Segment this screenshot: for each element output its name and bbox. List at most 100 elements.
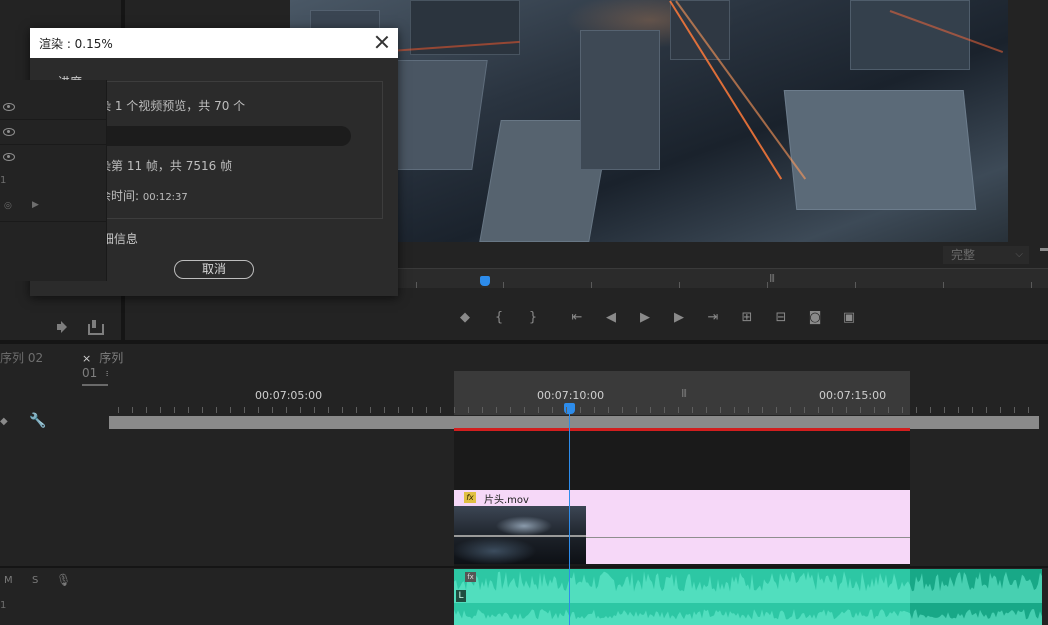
- ruler-tick: [734, 407, 735, 413]
- play-icon[interactable]: ▶: [635, 308, 655, 328]
- eye-icon[interactable]: [3, 153, 15, 161]
- program-work-area-handle[interactable]: |||: [769, 273, 775, 282]
- ruler-tick: [416, 282, 417, 288]
- ruler-tick: [790, 407, 791, 413]
- ruler-tick: [804, 407, 805, 413]
- ruler-tick: [482, 407, 483, 413]
- track-header-v3: [0, 95, 107, 120]
- ruler-tick: [1000, 407, 1001, 413]
- ruler-tick: [636, 407, 637, 413]
- ruler-tick: [384, 407, 385, 413]
- zoom-level-select[interactable]: 完整 ⌵: [943, 246, 1029, 264]
- program-playhead[interactable]: [480, 276, 490, 286]
- audio-waveform: [454, 571, 1042, 625]
- ruler-tick: [258, 407, 259, 413]
- building-shape: [783, 90, 977, 210]
- eye-icon[interactable]: [3, 128, 15, 136]
- marker-icon[interactable]: ◆: [455, 308, 475, 328]
- step-back-icon[interactable]: ◀: [601, 308, 621, 328]
- ruler-tick: [244, 407, 245, 413]
- dialog-titlebar[interactable]: 渲染 : 0.15%: [30, 28, 398, 58]
- fx-badge[interactable]: fx: [465, 572, 476, 582]
- close-tab-icon[interactable]: ×: [82, 352, 91, 365]
- ruler-tick: [566, 407, 567, 413]
- ruler-tick: [132, 407, 133, 413]
- ruler-tick: [832, 407, 833, 413]
- zoom-level-value: 完整: [951, 248, 976, 262]
- fx-badge[interactable]: fx: [464, 492, 476, 503]
- close-icon[interactable]: [374, 34, 390, 50]
- cancel-button[interactable]: 取消: [174, 260, 254, 279]
- timecode-label: 00:07:10:00: [537, 389, 605, 402]
- ruler-tick: [608, 407, 609, 413]
- export-frame-icon[interactable]: [86, 320, 104, 335]
- ruler-tick: [552, 407, 553, 413]
- mark-out-icon[interactable]: }: [523, 308, 543, 328]
- extract-icon[interactable]: ⊟: [771, 308, 791, 328]
- ruler-tick: [664, 407, 665, 413]
- track-header-v2: [0, 120, 107, 145]
- wrench-icon[interactable]: 🔧: [29, 413, 46, 429]
- ruler-tick: [944, 407, 945, 413]
- go-to-out-icon[interactable]: ⇥: [703, 308, 723, 328]
- ruler-tick: [426, 407, 427, 413]
- ruler-tick: [767, 282, 768, 288]
- ruler-tick: [888, 407, 889, 413]
- ruler-tick: [1028, 407, 1029, 413]
- go-to-in-icon[interactable]: ⇤: [567, 308, 587, 328]
- ruler-tick: [846, 407, 847, 413]
- export-frame-icon[interactable]: ◙: [805, 308, 825, 328]
- ruler-tick: [146, 407, 147, 413]
- ruler-tick: [930, 407, 931, 413]
- ruler-tick: [679, 282, 680, 288]
- transport-controls: ◆ { } ⇤ ◀ ▶ ▶ ⇥ ⊞ ⊟ ◙ ▣: [455, 308, 873, 328]
- compare-view-icon[interactable]: ▣: [839, 308, 859, 328]
- track-number: 1: [0, 600, 7, 611]
- mark-in-icon[interactable]: {: [489, 308, 509, 328]
- eye-icon[interactable]: [3, 103, 15, 111]
- ruler-tick: [855, 282, 856, 288]
- lift-icon[interactable]: ⊞: [737, 308, 757, 328]
- timecode-label: 00:07:05:00: [255, 389, 323, 402]
- step-forward-icon[interactable]: ▶: [669, 308, 689, 328]
- clip-thumbnail[interactable]: [454, 506, 586, 564]
- building-shape: [850, 0, 970, 70]
- expand-track-icon[interactable]: ▶: [32, 200, 39, 210]
- ruler-tick: [216, 407, 217, 413]
- solo-toggle[interactable]: S: [32, 575, 38, 586]
- ruler-tick: [776, 407, 777, 413]
- video-clip-header[interactable]: fx 片头.mov: [454, 490, 910, 506]
- audio-channel-label: L: [456, 590, 466, 602]
- ruler-tick: [468, 407, 469, 413]
- ruler-tick: [174, 407, 175, 413]
- playhead-line: [569, 414, 570, 625]
- track-headers: 1 ◎ ▶ M S 🎙 1: [0, 80, 107, 611]
- mute-toggle[interactable]: M: [4, 575, 13, 586]
- ruler-tick: [818, 407, 819, 413]
- track-header-v1: 1 ◎ ▶: [0, 145, 107, 222]
- waveform-lane: [454, 609, 1042, 625]
- snap-icon[interactable]: ◆: [0, 416, 8, 427]
- ruler-tick: [440, 407, 441, 413]
- ruler-tick: [580, 407, 581, 413]
- ruler-tick: [1031, 282, 1032, 288]
- ruler-tick: [328, 407, 329, 413]
- audio-video-divider[interactable]: [0, 566, 1048, 568]
- ruler-tick: [454, 407, 455, 413]
- dialog-title: 渲染 : 0.15%: [39, 37, 113, 51]
- microphone-icon[interactable]: 🎙: [56, 573, 71, 587]
- wrench-icon[interactable]: [1040, 246, 1048, 260]
- ruler-tick: [860, 407, 861, 413]
- ruler-tick: [538, 407, 539, 413]
- ruler-tick: [503, 282, 504, 288]
- audio-only-icon[interactable]: [56, 320, 72, 334]
- video-clip[interactable]: [586, 506, 910, 564]
- ruler-tick: [678, 407, 679, 413]
- ruler-tick: [916, 407, 917, 413]
- keyframe-icon[interactable]: ◎: [4, 201, 12, 211]
- ruler-tick: [370, 407, 371, 413]
- program-time-ruler[interactable]: [398, 268, 1048, 288]
- tab-sequence-02[interactable]: 序列 02: [0, 349, 43, 366]
- work-area-handle[interactable]: |||: [681, 388, 687, 397]
- ruler-tick: [874, 407, 875, 413]
